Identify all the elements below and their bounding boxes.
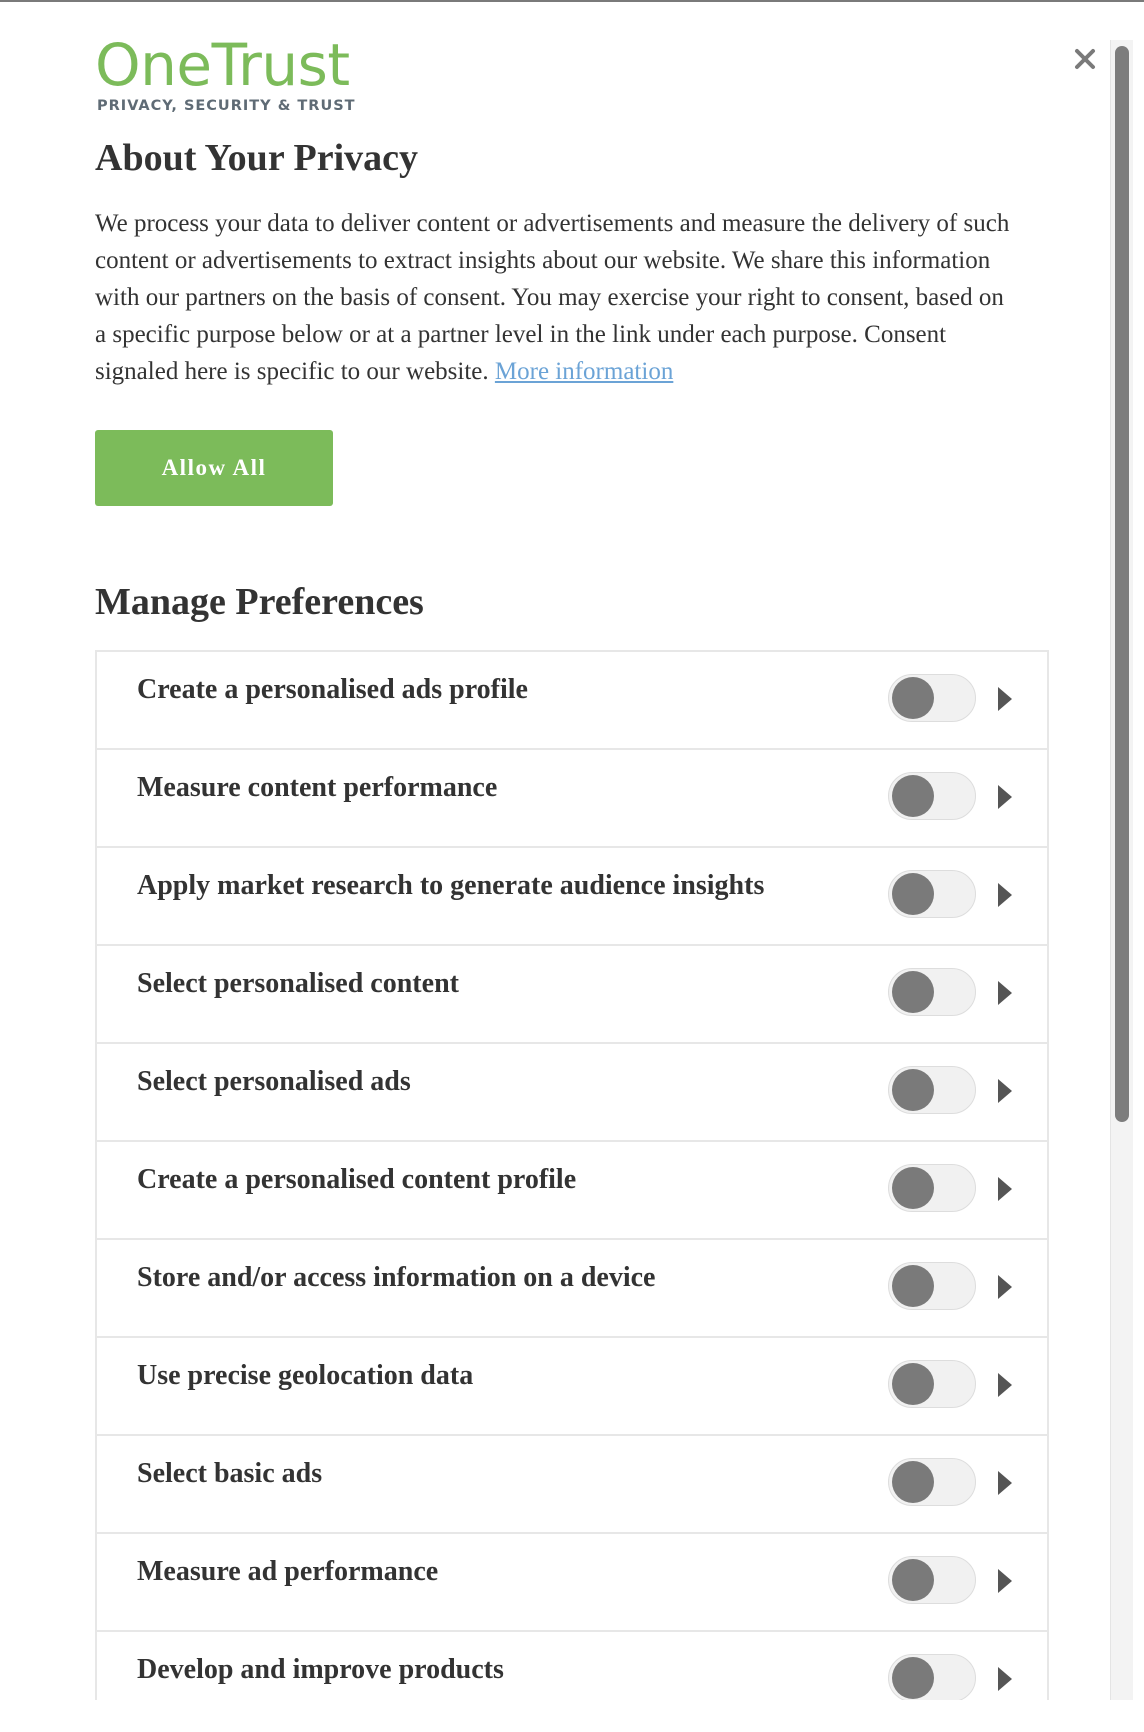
purpose-label: Select basic ads: [137, 1458, 323, 1489]
consent-toggle[interactable]: [888, 968, 976, 1016]
expand-arrow-button[interactable]: [996, 1665, 1014, 1693]
toggle-knob: [892, 1559, 934, 1601]
caret-right-icon: [998, 981, 1012, 1005]
consent-toggle[interactable]: [888, 870, 976, 918]
toggle-knob: [892, 1167, 934, 1209]
expand-arrow-button[interactable]: [996, 1175, 1014, 1203]
caret-right-icon: [998, 687, 1012, 711]
purpose-label: Use precise geolocation data: [137, 1360, 474, 1391]
consent-toggle[interactable]: [888, 1458, 976, 1506]
purpose-label: Apply market research to generate audien…: [137, 870, 765, 901]
purpose-row[interactable]: Select basic ads: [95, 1434, 1049, 1532]
manage-preferences-title: Manage Preferences: [95, 581, 424, 623]
toggle-knob: [892, 677, 934, 719]
purpose-label: Create a personalised ads profile: [137, 674, 528, 705]
consent-toggle[interactable]: [888, 674, 976, 722]
consent-toggle[interactable]: [888, 1556, 976, 1604]
scrollbar-thumb[interactable]: [1115, 46, 1129, 1122]
purpose-list: Create a personalised ads profile Measure…: [95, 650, 1049, 1700]
purpose-row[interactable]: Measure content performance: [95, 748, 1049, 846]
consent-toggle[interactable]: [888, 1066, 976, 1114]
caret-right-icon: [998, 1667, 1012, 1691]
expand-arrow-button[interactable]: [996, 979, 1014, 1007]
purpose-label: Measure ad performance: [137, 1556, 439, 1587]
toggle-knob: [892, 1363, 934, 1405]
purpose-row[interactable]: Select personalised content: [95, 944, 1049, 1042]
logo-tagline: PRIVACY, SECURITY & TRUST: [97, 98, 356, 114]
close-icon: [1075, 49, 1095, 69]
purpose-row[interactable]: Use precise geolocation data: [95, 1336, 1049, 1434]
toggle-knob: [892, 1069, 934, 1111]
consent-toggle[interactable]: [888, 1654, 976, 1700]
purpose-row[interactable]: Create a personalised content profile: [95, 1140, 1049, 1238]
purpose-row[interactable]: Measure ad performance: [95, 1532, 1049, 1630]
consent-toggle[interactable]: [888, 1360, 976, 1408]
purpose-label: Measure content performance: [137, 772, 498, 803]
caret-right-icon: [998, 1079, 1012, 1103]
consent-toggle[interactable]: [888, 1164, 976, 1212]
expand-arrow-button[interactable]: [996, 1371, 1014, 1399]
caret-right-icon: [998, 883, 1012, 907]
caret-right-icon: [998, 1373, 1012, 1397]
purpose-row[interactable]: Select personalised ads: [95, 1042, 1049, 1140]
expand-arrow-button[interactable]: [996, 1077, 1014, 1105]
privacy-preference-center: OneTrust PRIVACY, SECURITY & TRUST About…: [0, 2, 1110, 1700]
purpose-row[interactable]: Develop and improve products: [95, 1630, 1049, 1700]
toggle-knob: [892, 1461, 934, 1503]
onetrust-logo: OneTrust PRIVACY, SECURITY & TRUST: [95, 34, 356, 114]
purpose-label: Select personalised content: [137, 968, 459, 999]
scrollbar-track[interactable]: [1110, 40, 1133, 1700]
consent-toggle[interactable]: [888, 772, 976, 820]
expand-arrow-button[interactable]: [996, 783, 1014, 811]
purpose-label: Create a personalised content profile: [137, 1164, 577, 1195]
toggle-knob: [892, 971, 934, 1013]
privacy-title: About Your Privacy: [95, 137, 418, 179]
toggle-knob: [892, 1265, 934, 1307]
toggle-knob: [892, 1657, 934, 1699]
purpose-label: Select personalised ads: [137, 1066, 411, 1097]
expand-arrow-button[interactable]: [996, 1273, 1014, 1301]
purpose-row[interactable]: Create a personalised ads profile: [95, 650, 1049, 748]
toggle-knob: [892, 873, 934, 915]
toggle-knob: [892, 775, 934, 817]
expand-arrow-button[interactable]: [996, 881, 1014, 909]
caret-right-icon: [998, 785, 1012, 809]
purpose-row[interactable]: Store and/or access information on a dev…: [95, 1238, 1049, 1336]
logo-wordmark: OneTrust: [95, 31, 350, 99]
consent-toggle[interactable]: [888, 1262, 976, 1310]
purpose-label: Store and/or access information on a dev…: [137, 1262, 656, 1293]
privacy-description: We process your data to deliver content …: [95, 205, 1015, 390]
caret-right-icon: [998, 1275, 1012, 1299]
purpose-label: Develop and improve products: [137, 1654, 504, 1685]
caret-right-icon: [998, 1177, 1012, 1201]
caret-right-icon: [998, 1569, 1012, 1593]
caret-right-icon: [998, 1471, 1012, 1495]
more-information-link[interactable]: More information: [495, 358, 673, 385]
allow-all-button[interactable]: Allow All: [95, 430, 333, 506]
expand-arrow-button[interactable]: [996, 1567, 1014, 1595]
expand-arrow-button[interactable]: [996, 1469, 1014, 1497]
close-button[interactable]: [1070, 44, 1100, 74]
purpose-row[interactable]: Apply market research to generate audien…: [95, 846, 1049, 944]
expand-arrow-button[interactable]: [996, 685, 1014, 713]
